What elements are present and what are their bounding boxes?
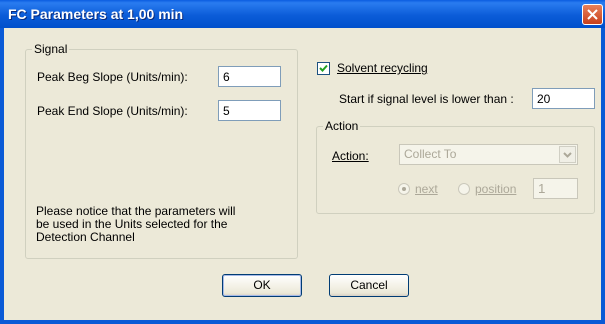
next-label: next [415,182,438,196]
position-label: position [475,182,517,196]
check-icon [319,64,328,72]
signal-group: Signal Peak Beg Slope (Units/min): Peak … [25,42,298,259]
peak-beg-label: Peak Beg Slope (Units/min): [37,70,188,84]
close-button[interactable] [582,4,603,25]
start-signal-label: Start if signal level is lower than : [339,92,514,106]
notice-text: Please notice that the parameters will b… [36,205,235,244]
action-label: Action: [332,149,369,163]
solvent-recycling-checkbox[interactable] [317,62,330,75]
title-bar[interactable]: FC Parameters at 1,00 min [0,0,605,28]
signal-legend: Signal [32,42,70,56]
chevron-down-icon[interactable] [559,146,576,163]
action-group: Action Action: Collect To next position [316,119,595,214]
action-select[interactable]: Collect To [399,144,578,165]
peak-beg-input[interactable] [218,66,281,87]
action-select-value: Collect To [404,147,457,161]
ok-button[interactable]: OK [222,274,302,297]
next-radio[interactable] [398,183,410,195]
close-icon [587,9,598,20]
window-title: FC Parameters at 1,00 min [8,6,184,22]
start-signal-input[interactable] [532,88,595,109]
dialog-body: Signal Peak Beg Slope (Units/min): Peak … [4,28,601,320]
position-input[interactable] [533,178,578,199]
radio-selected-dot [402,187,406,191]
solvent-recycling-label[interactable]: Solvent recycling [337,61,428,75]
action-legend: Action [323,119,361,133]
position-radio[interactable] [458,183,470,195]
dialog-window: FC Parameters at 1,00 min Signal Peak Be… [0,0,605,324]
notice-line: Detection Channel [36,230,135,244]
cancel-button[interactable]: Cancel [329,274,409,297]
peak-end-input[interactable] [218,100,281,121]
peak-end-label: Peak End Slope (Units/min): [37,104,188,118]
